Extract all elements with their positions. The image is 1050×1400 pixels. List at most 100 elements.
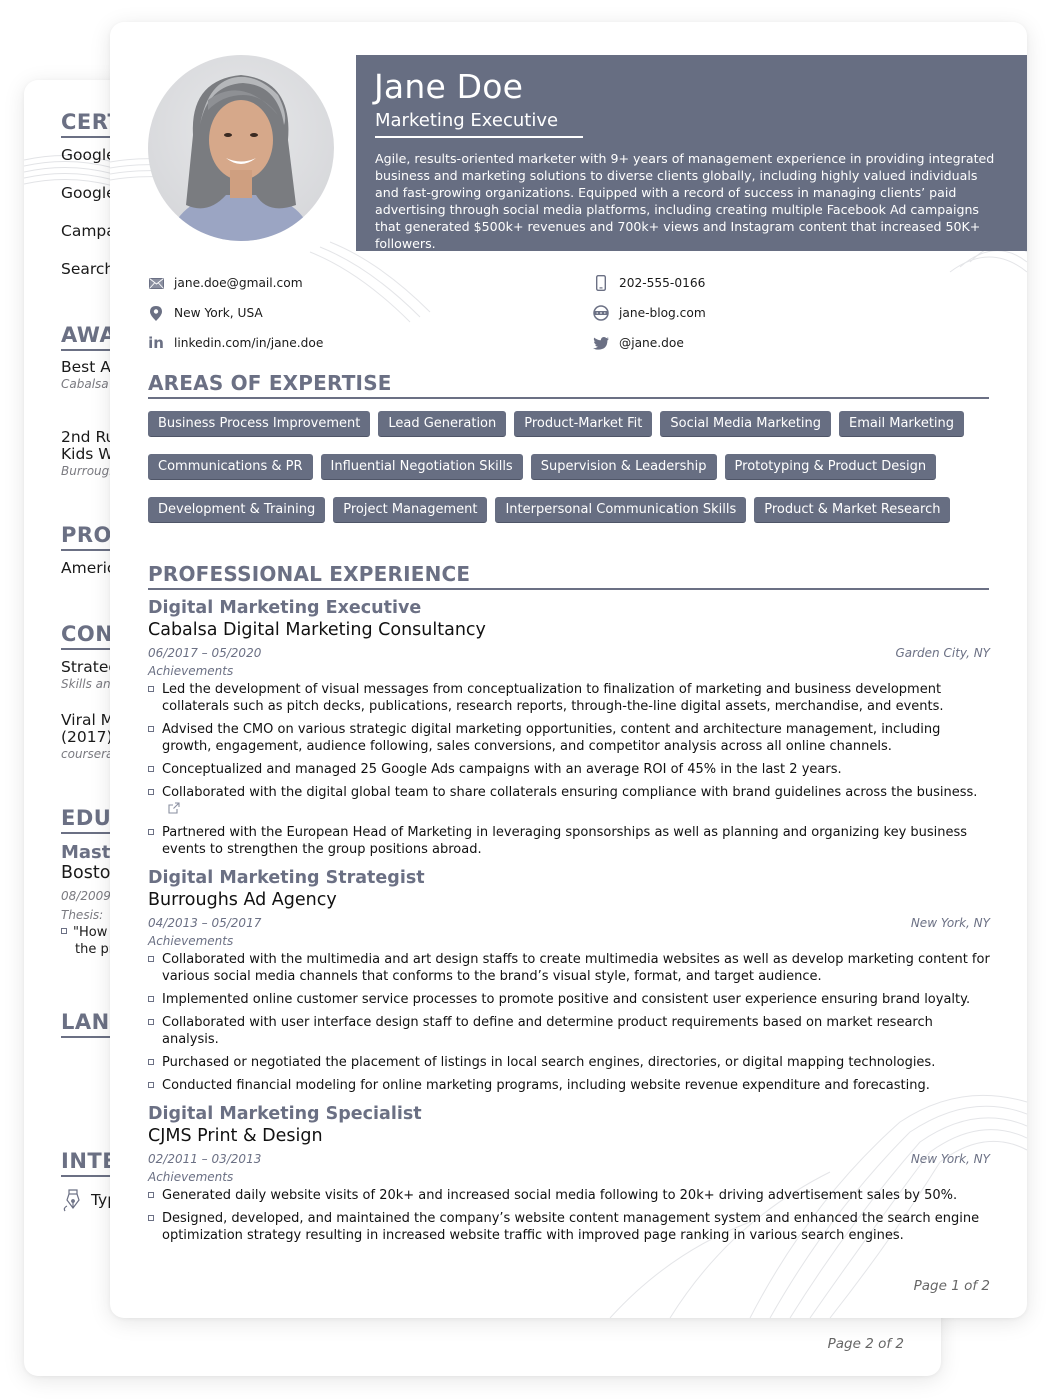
job-entry: Digital Marketing Strategist Burroughs A… [148, 868, 990, 1100]
conference-title: Viral M [61, 711, 115, 729]
achievement-item: Implemented online customer service proc… [148, 991, 990, 1008]
expertise-tag: Communications & PR [148, 454, 313, 480]
candidate-role: Marketing Executive [375, 110, 583, 138]
achievement-text: Collaborated with the digital global tea… [162, 785, 978, 800]
expertise-tag: Interpersonal Communication Skills [495, 497, 747, 523]
job-dates: 06/2017 – 05/2020 [148, 646, 262, 660]
profile-photo [148, 55, 334, 241]
expertise-heading: AREAS OF EXPERTISE [148, 371, 989, 399]
bullet-icon [61, 928, 67, 934]
bullet-icon [148, 829, 154, 835]
achievement-text: Collaborated with the multimedia and art… [162, 952, 990, 984]
achievements-label: Achievements [148, 664, 234, 678]
certification-item: Search [61, 260, 115, 278]
contact-location: New York, USA [148, 305, 263, 321]
job-location: New York, NY [910, 1152, 990, 1166]
candidate-name: Jane Doe [374, 67, 524, 106]
interest-item: Typ [61, 1188, 117, 1212]
portrait-image [168, 75, 314, 241]
job-meta: 04/2013 – 05/2017 New York, NY [148, 915, 990, 931]
expertise-tags: Business Process Improvement Lead Genera… [148, 411, 998, 540]
education-dates: 08/2009 [61, 889, 111, 903]
profile-summary: Agile, results-oriented marketer with 9+… [375, 151, 995, 251]
achievement-item: Conceptualized and managed 25 Google Ads… [148, 761, 990, 778]
tag-row: Communications & PR Influential Negotiat… [148, 454, 998, 480]
award-title: 2nd Ru [61, 428, 116, 446]
header-banner: Jane Doe Marketing Executive Agile, resu… [356, 55, 1027, 251]
achievement-text: Led the development of visual messages f… [162, 682, 944, 714]
achievement-item: Collaborated with the multimedia and art… [148, 951, 990, 985]
job-dates: 04/2013 – 05/2017 [148, 916, 262, 930]
twitter-icon [593, 335, 609, 351]
contact-twitter[interactable]: @jane.doe [593, 335, 684, 351]
certification-item: Google [61, 146, 116, 164]
twitter-value[interactable]: @jane.doe [619, 336, 684, 350]
expertise-tag: Product-Market Fit [514, 411, 653, 437]
map-pin-icon [148, 305, 164, 321]
website-value[interactable]: jane-blog.com [619, 306, 706, 320]
job-entry: Digital Marketing Specialist CJMS Print … [148, 1104, 990, 1250]
achievement-item: Partnered with the European Head of Mark… [148, 824, 990, 858]
achievement-item: Led the development of visual messages f… [148, 681, 990, 715]
email-value[interactable]: jane.doe@gmail.com [174, 276, 303, 290]
job-company: Burroughs Ad Agency [148, 890, 337, 910]
page-number: Page 2 of 2 [827, 1336, 904, 1352]
thesis-text: "How [73, 925, 108, 940]
mobile-phone-icon [593, 275, 609, 291]
membership-item: Americ [61, 559, 116, 577]
bullet-icon [148, 1059, 154, 1065]
envelope-icon [148, 275, 164, 291]
award-issuer: Burrough [61, 464, 117, 478]
external-link-icon[interactable] [168, 802, 180, 814]
achievement-item: Generated daily website visits of 20k+ a… [148, 1187, 990, 1204]
expertise-tag: Social Media Marketing [660, 411, 832, 437]
linkedin-value[interactable]: linkedin.com/in/jane.doe [174, 336, 323, 350]
expertise-tag: Product & Market Research [754, 497, 951, 523]
job-company: CJMS Print & Design [148, 1126, 323, 1146]
conference-title: (2017) [61, 728, 113, 746]
experience-heading: PROFESSIONAL EXPERIENCE [148, 562, 989, 590]
job-entry: Digital Marketing Executive Cabalsa Digi… [148, 598, 990, 864]
expertise-tag: Lead Generation [378, 411, 507, 437]
contact-phone: 202-555-0166 [593, 275, 705, 291]
bullet-icon [148, 1019, 154, 1025]
thesis-label: Thesis: [61, 908, 104, 922]
achievement-text: Partnered with the European Head of Mark… [162, 825, 968, 857]
page-number: Page 1 of 2 [913, 1278, 990, 1294]
job-title: Digital Marketing Executive [148, 598, 422, 618]
conference-sub: coursera. [61, 747, 118, 761]
expertise-tag: Email Marketing [839, 411, 965, 437]
achievement-text: Implemented online customer service proc… [162, 992, 971, 1007]
achievement-item: Collaborated with the digital global tea… [148, 784, 990, 818]
achievement-item: Advised the CMO on various strategic dig… [148, 721, 990, 755]
job-title: Digital Marketing Strategist [148, 868, 425, 888]
thesis-bullet: "How [61, 925, 107, 940]
location-value: New York, USA [174, 306, 263, 320]
job-meta: 06/2017 – 05/2020 Garden City, NY [148, 645, 990, 661]
achievement-text: Advised the CMO on various strategic dig… [162, 722, 941, 754]
contact-email[interactable]: jane.doe@gmail.com [148, 275, 303, 291]
expertise-tag: Project Management [333, 497, 488, 523]
achievement-list: Generated daily website visits of 20k+ a… [148, 1187, 990, 1244]
phone-value: 202-555-0166 [619, 276, 706, 290]
resume-page-1: Jane Doe Marketing Executive Agile, resu… [110, 22, 1027, 1318]
job-location: Garden City, NY [895, 646, 990, 660]
contact-linkedin[interactable]: in linkedin.com/in/jane.doe [148, 334, 323, 352]
bullet-icon [148, 686, 154, 692]
achievements-label: Achievements [148, 934, 234, 948]
achievement-item: Designed, developed, and maintained the … [148, 1210, 990, 1244]
certification-item: Google [61, 184, 116, 202]
bullet-icon [148, 996, 154, 1002]
tag-row: Business Process Improvement Lead Genera… [148, 411, 998, 437]
achievement-item: Purchased or negotiated the placement of… [148, 1054, 990, 1071]
bullet-icon [148, 956, 154, 962]
contact-website[interactable]: jane-blog.com [593, 305, 706, 321]
achievements-label: Achievements [148, 1170, 234, 1184]
bullet-icon [148, 766, 154, 772]
job-title: Digital Marketing Specialist [148, 1104, 422, 1124]
award-title: Kids W [61, 445, 114, 463]
bullet-icon [148, 1215, 154, 1221]
achievement-list: Led the development of visual messages f… [148, 681, 990, 858]
achievement-item: Collaborated with user interface design … [148, 1014, 990, 1048]
achievement-text: Conducted financial modeling for online … [162, 1078, 930, 1093]
